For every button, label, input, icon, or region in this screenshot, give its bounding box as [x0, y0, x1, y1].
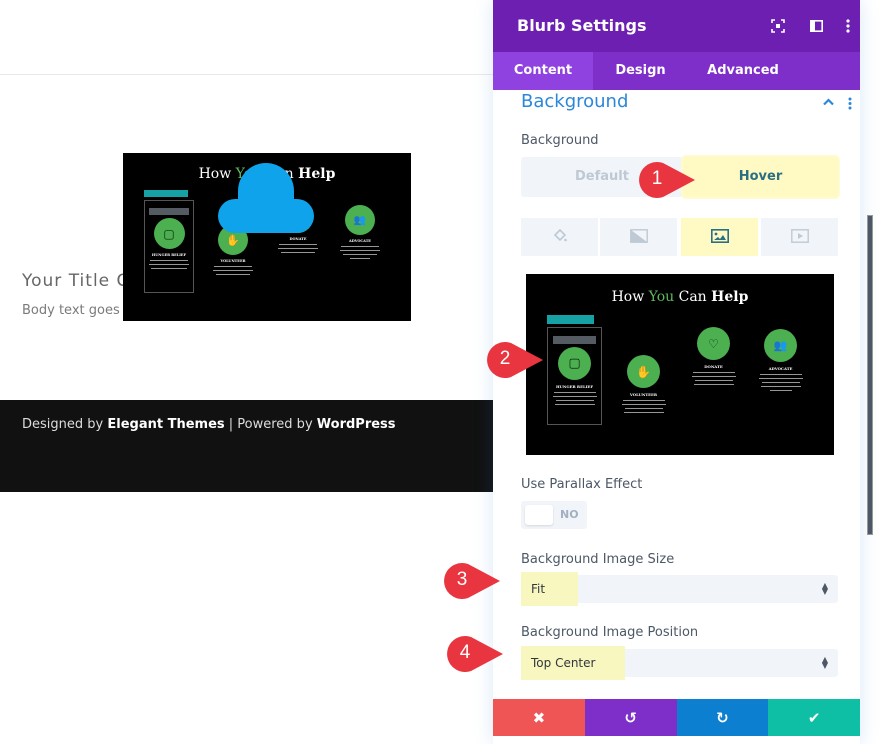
tab-advanced[interactable]: Advanced	[688, 52, 798, 90]
panel-action-bar: ✖ ↺ ↻ ✔	[493, 699, 860, 736]
module-toolbar	[553, 336, 596, 344]
gradient-icon	[629, 228, 648, 247]
users-icon: 👥	[764, 329, 797, 362]
hand-heart-icon: ✋	[627, 355, 660, 388]
background-section-title[interactable]: Background	[521, 91, 628, 112]
panel-scrollbar[interactable]	[867, 215, 873, 535]
select-arrows-icon: ▲ ▼	[821, 581, 828, 596]
footer-credits: Designed by Elegant Themes | Powered by …	[22, 417, 396, 432]
chevron-up-icon[interactable]	[823, 95, 834, 109]
wordpress-link[interactable]: WordPress	[317, 417, 396, 432]
undo-button[interactable]: ↺	[584, 699, 677, 736]
callout-marker: 2	[485, 340, 543, 380]
preview-card: ▢ HUNGER RELIEF	[144, 218, 194, 269]
more-options-icon[interactable]	[839, 17, 857, 35]
site-footer: Designed by Elegant Themes | Powered by …	[0, 400, 493, 492]
parallax-toggle[interactable]: NO	[521, 501, 587, 529]
cloud-icon	[218, 163, 314, 233]
focus-mode-icon[interactable]	[769, 17, 787, 35]
section-options-icon[interactable]	[848, 95, 852, 114]
background-image-tab[interactable]	[681, 218, 758, 256]
row-toolbar	[144, 190, 188, 197]
redo-button[interactable]: ↻	[676, 699, 769, 736]
elegant-themes-link[interactable]: Elegant Themes	[107, 417, 224, 432]
module-toolbar	[149, 208, 189, 215]
site-header	[0, 0, 493, 75]
tab-design[interactable]: Design	[593, 52, 688, 90]
toggle-knob	[525, 505, 553, 525]
close-icon: ✖	[532, 708, 546, 727]
sidebar-layout-icon[interactable]	[807, 17, 825, 35]
image-position-select[interactable]: Top Center ▲ ▼	[521, 646, 838, 680]
blurb-settings-panel: Blurb Settings Content Design Advanced B…	[493, 0, 860, 744]
hover-state-button[interactable]: Hover	[683, 157, 838, 197]
check-icon: ✔	[807, 708, 821, 727]
background-image-preview[interactable]: How You Can Help ▢ HUNGER RELIEF ✋ VOLUN…	[526, 274, 834, 455]
panel-header[interactable]: Blurb Settings	[493, 0, 860, 52]
background-gradient-tab[interactable]	[600, 218, 677, 256]
users-icon: 👥	[345, 205, 375, 235]
panel-title: Blurb Settings	[517, 16, 647, 35]
video-icon	[790, 228, 809, 247]
preview-title: How You Can Help	[611, 289, 749, 305]
image-size-label: Background Image Size	[521, 552, 675, 567]
redo-icon: ↻	[716, 708, 729, 727]
callout-marker: 1	[637, 160, 695, 200]
image-icon	[710, 228, 729, 247]
preview-card: 👥 ADVOCATE	[753, 329, 808, 391]
shopping-bag-icon: ▢	[153, 218, 185, 249]
background-color-tab[interactable]	[521, 218, 598, 256]
preview-card: ✋ VOLUNTEER	[616, 355, 671, 413]
image-size-select[interactable]: Fit ▲ ▼	[521, 572, 838, 606]
preview-card: 👥 ADVOCATE	[335, 205, 385, 259]
tab-content[interactable]: Content	[493, 52, 593, 90]
shopping-bag-icon: ▢	[558, 347, 591, 380]
heart-coin-icon: ♡	[697, 327, 730, 360]
row-toolbar	[547, 315, 594, 324]
save-button[interactable]: ✔	[768, 699, 860, 736]
toggle-state: NO	[560, 508, 579, 521]
background-video-tab[interactable]	[761, 218, 838, 256]
paint-bucket-icon	[553, 228, 567, 247]
settings-tabs: Content Design Advanced	[493, 52, 860, 90]
image-size-value: Fit	[521, 572, 578, 606]
preview-card: ▢ HUNGER RELIEF	[547, 347, 602, 405]
parallax-label: Use Parallax Effect	[521, 477, 643, 492]
discard-button[interactable]: ✖	[493, 699, 585, 736]
preview-card: ♡ DONATE	[686, 327, 741, 385]
background-label: Background	[521, 133, 599, 148]
callout-marker: 3	[442, 561, 500, 601]
callout-marker: 4	[445, 634, 503, 674]
image-position-label: Background Image Position	[521, 625, 699, 640]
select-arrows-icon: ▲ ▼	[821, 655, 828, 670]
image-position-value: Top Center	[521, 646, 625, 680]
undo-icon: ↺	[624, 708, 637, 727]
